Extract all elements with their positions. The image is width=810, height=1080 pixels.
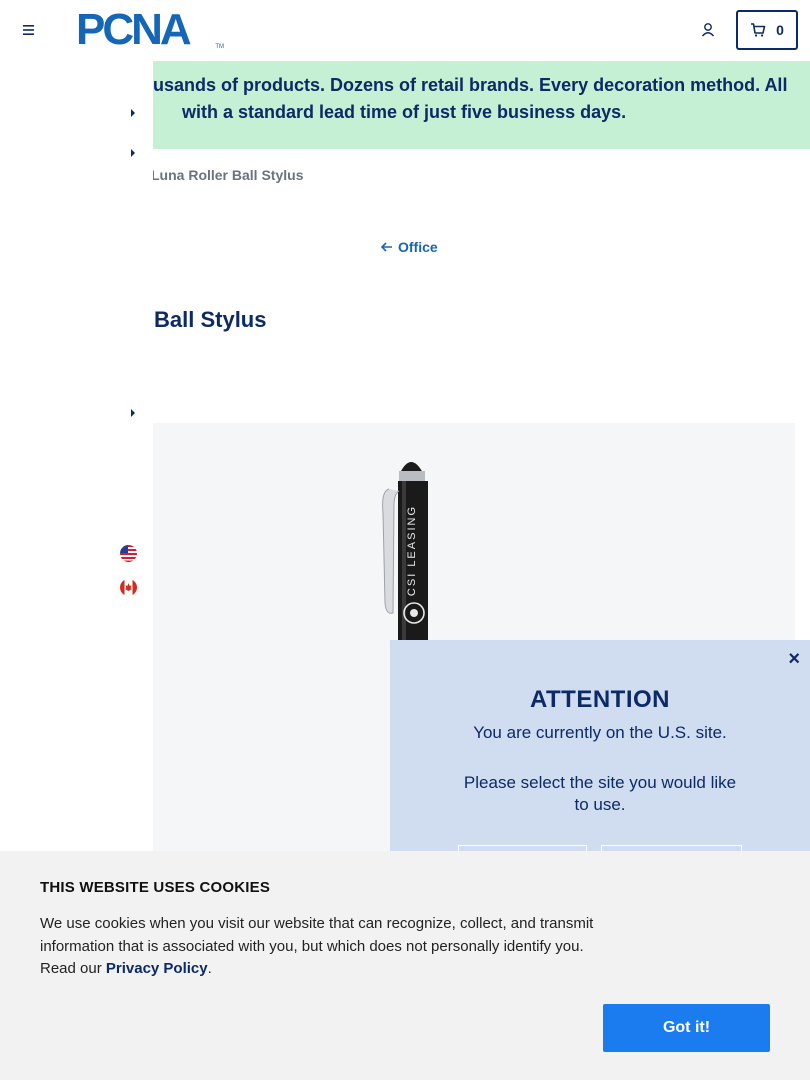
page: PCNA TM 0 usands of products. Dozens of … <box>0 0 810 1080</box>
cookie-text: We use cookies when you visit our websit… <box>40 913 600 981</box>
accept-cookies-button[interactable]: Got it! <box>603 1004 770 1052</box>
dialog-question: Please select the site you would like to… <box>463 773 737 814</box>
cart-icon <box>751 23 766 37</box>
cookie-title: THIS WEBSITE USES COOKIES <box>40 879 271 896</box>
close-icon[interactable]: × <box>788 648 800 671</box>
dialog-message: You are currently on the U.S. site. <box>473 723 727 742</box>
back-to-category-link[interactable]: Office <box>380 239 438 255</box>
cookie-banner: THIS WEBSITE USES COOKIES We use cookies… <box>0 851 810 1080</box>
logo-tm: TM <box>215 44 224 50</box>
promo-banner: usands of products. Dozens of retail bra… <box>153 61 810 149</box>
arrow-left-icon <box>380 242 392 252</box>
banner-line-1: usands of products. Dozens of retail bra… <box>153 75 788 95</box>
breadcrumb-current[interactable]: Luna Roller Ball Stylus <box>151 167 303 183</box>
cart-count: 0 <box>776 22 784 38</box>
logo-text: PCNA <box>76 5 192 54</box>
caret-right-icon[interactable] <box>129 146 137 158</box>
product-title: Ball Stylus <box>154 307 267 332</box>
pen-imprint-text: CSI LEASING <box>406 505 418 597</box>
us-flag-icon[interactable] <box>120 545 137 562</box>
canada-flag-icon[interactable] <box>120 579 137 596</box>
back-link-label: Office <box>398 239 438 255</box>
cookie-text-end: . <box>207 960 212 977</box>
banner-line-2: with a standard lead time of just five b… <box>182 102 627 122</box>
account-icon[interactable] <box>698 20 718 40</box>
dialog-title: ATTENTION <box>529 686 671 713</box>
caret-right-icon[interactable] <box>129 106 137 118</box>
hamburger-menu-icon[interactable] <box>18 20 38 40</box>
site-selector-dialog: × ATTENTION You are currently on the U.S… <box>390 640 810 885</box>
cart-button[interactable]: 0 <box>736 10 798 50</box>
caret-right-icon[interactable] <box>129 406 137 418</box>
pcna-logo[interactable]: PCNA TM <box>76 8 224 52</box>
site-header: PCNA TM 0 <box>0 0 810 61</box>
privacy-policy-link[interactable]: Privacy Policy <box>106 960 208 977</box>
